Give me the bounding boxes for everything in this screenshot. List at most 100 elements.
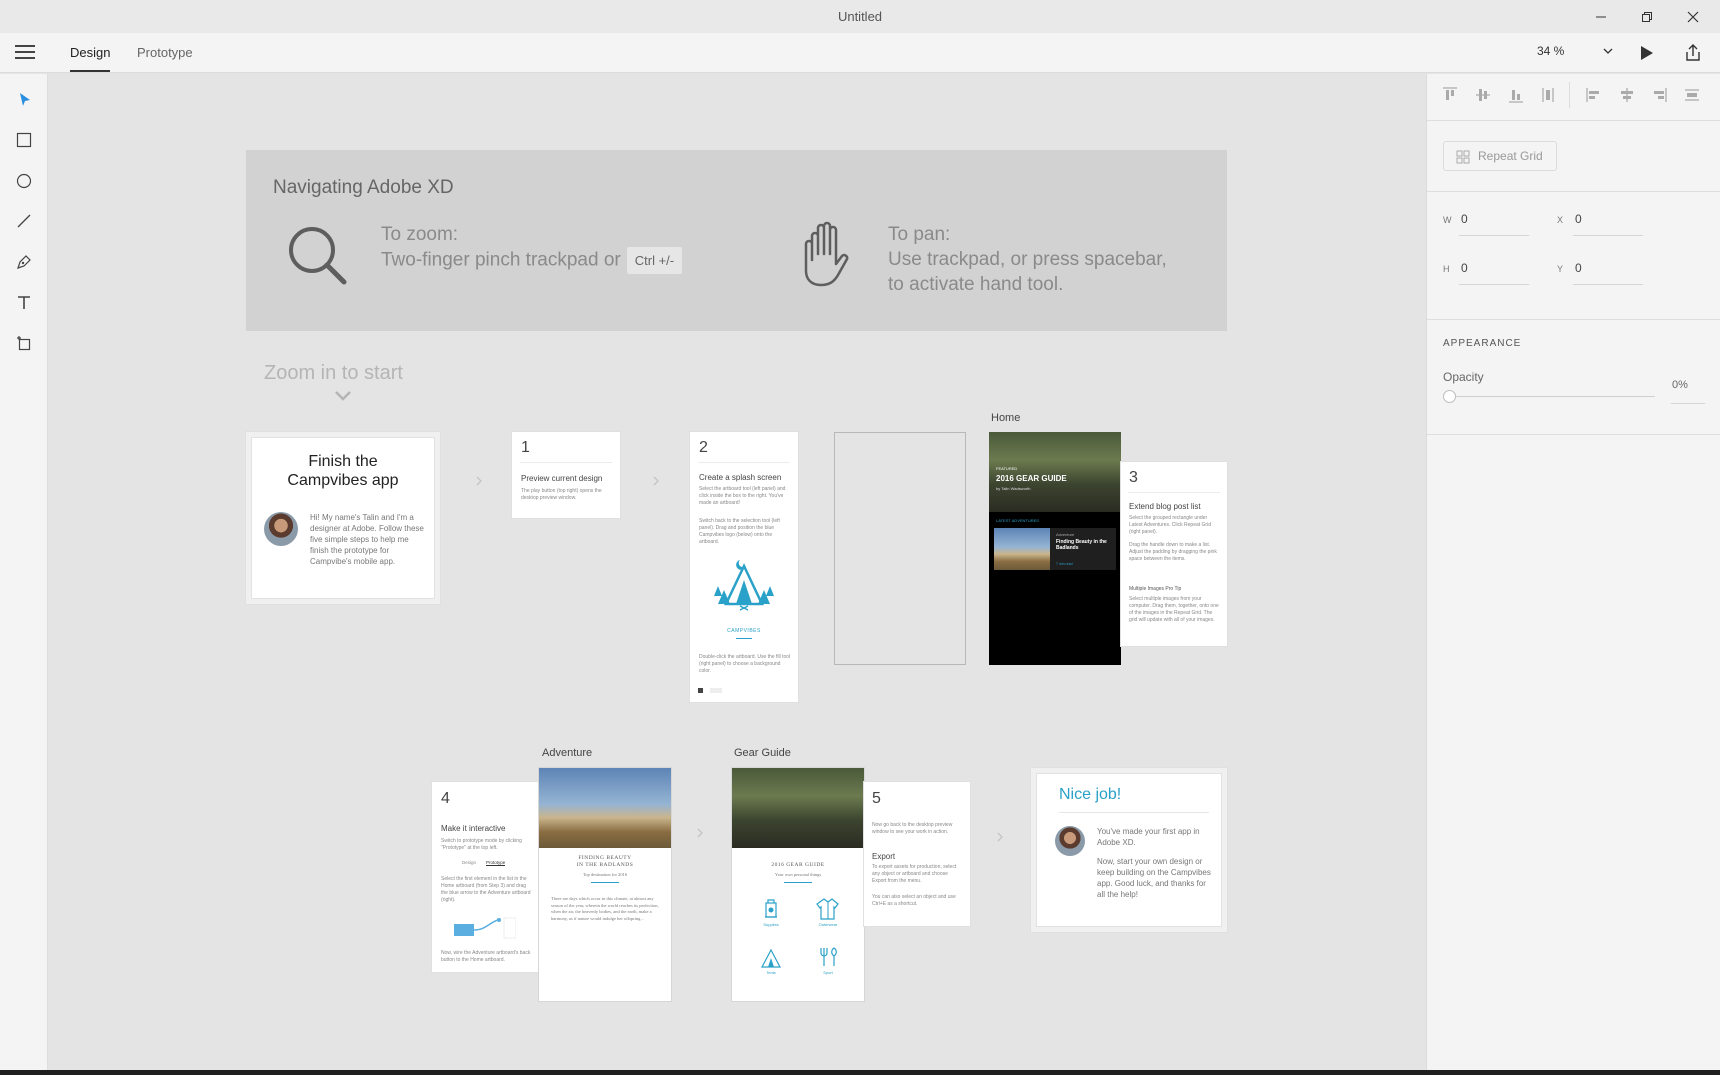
height-field[interactable]: H 0 bbox=[1443, 259, 1539, 285]
close-icon bbox=[1687, 11, 1699, 22]
step-text: Switch to prototype mode by clicking "Pr… bbox=[441, 838, 522, 851]
adventure-artboard[interactable]: FINDING BEAUTY IN THE BADLANDS Top desti… bbox=[539, 768, 671, 1001]
line-icon bbox=[17, 214, 31, 228]
mini-tab-design: Design bbox=[462, 860, 477, 865]
gear-label[interactable]: Outerwear bbox=[811, 922, 845, 927]
x-field[interactable]: X 0 bbox=[1557, 210, 1653, 236]
article-title: FINDING BEAUTY IN THE BADLANDS bbox=[539, 855, 671, 869]
lantern-icon bbox=[765, 899, 777, 918]
blog-post-item[interactable]: Adventure Finding Beauty in the Badlands… bbox=[994, 528, 1116, 570]
empty-artboard-placeholder[interactable] bbox=[834, 432, 966, 665]
y-field[interactable]: Y 0 bbox=[1557, 259, 1653, 285]
post-thumbnail bbox=[994, 528, 1050, 570]
step-5-card[interactable]: 5 Now go back to the desktop preview win… bbox=[864, 782, 970, 926]
step-4-card[interactable]: 4 Make it interactive Switch to prototyp… bbox=[432, 782, 540, 972]
section-label: LATEST ADVENTURES bbox=[996, 518, 1039, 523]
artboard-label-gear-guide[interactable]: Gear Guide bbox=[734, 747, 791, 759]
close-button[interactable] bbox=[1670, 0, 1716, 33]
guide-title: 2016 GEAR GUIDE bbox=[771, 862, 825, 868]
distribute-vertical-icon[interactable] bbox=[1539, 86, 1557, 104]
post-title: Finding Beauty in the Badlands bbox=[1056, 539, 1107, 551]
fill-checkbox bbox=[698, 688, 703, 693]
align-bottom-icon[interactable] bbox=[1507, 86, 1525, 104]
width-value[interactable]: 0 bbox=[1461, 212, 1468, 226]
hero-image bbox=[539, 768, 671, 848]
artboard-tool[interactable] bbox=[14, 333, 34, 353]
text-tool[interactable] bbox=[14, 293, 34, 313]
zoom-instructions: To zoom: Two-finger pinch trackpad or Ctr… bbox=[381, 222, 683, 274]
opacity-slider-handle[interactable] bbox=[1443, 390, 1456, 403]
share-icon[interactable] bbox=[1683, 43, 1703, 63]
field-underline bbox=[1459, 235, 1529, 236]
rectangle-icon bbox=[16, 132, 32, 148]
step-text: Now, wire the Adventure artboard's back … bbox=[441, 950, 531, 963]
step-text: Drag the handle down to make a list. Adj… bbox=[1129, 542, 1217, 562]
height-value[interactable]: 0 bbox=[1461, 261, 1468, 275]
design-canvas[interactable]: Navigating Adobe XD To zoom: Two-finger … bbox=[48, 74, 1425, 1070]
ellipse-tool[interactable] bbox=[14, 171, 34, 191]
taskbar-edge bbox=[0, 1070, 1720, 1075]
gear-label[interactable]: Supplies bbox=[754, 922, 788, 927]
align-left-icon[interactable] bbox=[1585, 86, 1603, 104]
intro-card-inner: Finish the Campvibes app Hi! My name's T… bbox=[252, 438, 434, 598]
distribute-horizontal-icon[interactable] bbox=[1683, 86, 1701, 104]
chevron-down-icon bbox=[335, 391, 351, 401]
align-middle-icon[interactable] bbox=[1474, 86, 1492, 104]
step-text: To export assets for production, select … bbox=[872, 864, 957, 884]
jacket-icon bbox=[816, 898, 839, 920]
hero-image bbox=[732, 768, 864, 848]
hero-kicker: FEATURED bbox=[996, 466, 1018, 471]
gear-label[interactable]: Tents bbox=[754, 970, 788, 975]
tools-panel bbox=[0, 74, 48, 1070]
done-artboard[interactable]: Nice job! You've made your first app in … bbox=[1031, 768, 1227, 932]
rectangle-tool[interactable] bbox=[14, 130, 34, 150]
tip-text: Select multiple images from your compute… bbox=[1129, 596, 1219, 623]
banner-title: Navigating Adobe XD bbox=[273, 177, 454, 198]
pan-instructions: To pan: Use trackpad, or press spacebar,… bbox=[888, 222, 1167, 297]
minimize-button[interactable] bbox=[1578, 0, 1624, 33]
x-value[interactable]: 0 bbox=[1575, 212, 1582, 226]
opacity-slider-track[interactable] bbox=[1447, 396, 1655, 397]
gear-label[interactable]: Sport bbox=[811, 970, 845, 975]
hamburger-menu-icon[interactable] bbox=[15, 45, 35, 61]
artboard-label-adventure[interactable]: Adventure bbox=[542, 747, 592, 759]
pen-tool[interactable] bbox=[14, 252, 34, 272]
select-tool[interactable] bbox=[14, 90, 34, 110]
divider bbox=[591, 882, 619, 883]
align-top-icon[interactable] bbox=[1441, 86, 1459, 104]
field-underline bbox=[1671, 403, 1705, 404]
play-preview-icon[interactable] bbox=[1637, 44, 1655, 62]
zoom-in-hint: Zoom in to start bbox=[264, 362, 403, 384]
tab-design[interactable]: Design bbox=[70, 45, 111, 72]
step-2-card[interactable]: 2 Create a splash screen Select the artb… bbox=[690, 432, 798, 702]
article-title-line-2: IN THE BADLANDS bbox=[576, 862, 634, 868]
zoom-dropdown[interactable]: 34 % bbox=[1537, 44, 1613, 64]
divider bbox=[736, 638, 752, 639]
opacity-value[interactable]: 0% bbox=[1672, 379, 1688, 391]
chevron-right-icon bbox=[697, 828, 703, 838]
y-label: Y bbox=[1557, 264, 1564, 274]
repeat-grid-button[interactable]: Repeat Grid bbox=[1443, 141, 1557, 171]
article-subtitle: Top destination for 2016 bbox=[582, 872, 628, 877]
width-label: W bbox=[1443, 215, 1452, 225]
y-value[interactable]: 0 bbox=[1575, 261, 1582, 275]
restore-button[interactable] bbox=[1624, 0, 1670, 33]
x-label: X bbox=[1557, 215, 1564, 225]
align-center-icon[interactable] bbox=[1618, 86, 1636, 104]
align-toolbar bbox=[1441, 82, 1711, 108]
chevron-down-icon bbox=[1603, 48, 1613, 54]
width-field[interactable]: W 0 bbox=[1443, 210, 1539, 236]
step-3-card[interactable]: 3 Extend blog post list Select the group… bbox=[1121, 462, 1227, 646]
home-artboard[interactable]: FEATURED 2016 GEAR GUIDE by Talin Wadswo… bbox=[989, 432, 1121, 665]
artboard-label-home[interactable]: Home bbox=[991, 412, 1020, 424]
export-title: Export bbox=[872, 852, 896, 861]
avatar bbox=[1055, 826, 1085, 856]
hero-image bbox=[989, 432, 1121, 512]
tab-prototype[interactable]: Prototype bbox=[137, 45, 193, 60]
gear-guide-artboard[interactable]: 2016 GEAR GUIDE Your own personal things… bbox=[732, 768, 864, 1001]
line-tool[interactable] bbox=[14, 211, 34, 231]
align-right-icon[interactable] bbox=[1650, 86, 1668, 104]
step-1-card[interactable]: 1 Preview current design The play button… bbox=[512, 432, 620, 518]
navigation-banner: Navigating Adobe XD To zoom: Two-finger … bbox=[246, 150, 1227, 331]
intro-artboard[interactable]: Finish the Campvibes app Hi! My name's T… bbox=[246, 432, 440, 604]
